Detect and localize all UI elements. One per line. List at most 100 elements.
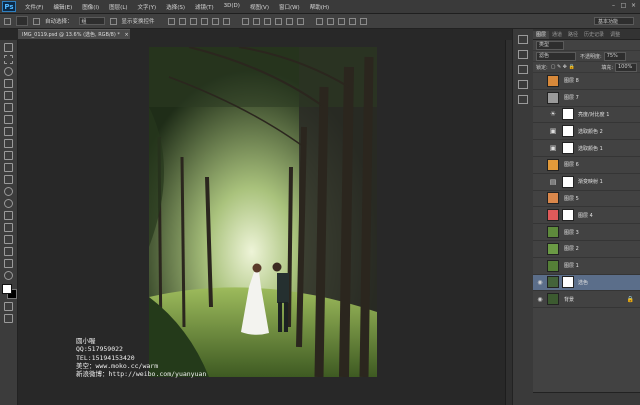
distribute-vcenter-icon[interactable] bbox=[252, 17, 260, 25]
blur-tool-icon[interactable] bbox=[4, 187, 13, 196]
clone-stamp-tool-icon[interactable] bbox=[4, 139, 13, 148]
layer-row[interactable]: ◉ 背景 🔒 bbox=[533, 291, 640, 309]
layer-mask-thumbnail[interactable] bbox=[562, 125, 574, 138]
type-tool-icon[interactable] bbox=[4, 223, 13, 232]
marquee-tool-icon[interactable] bbox=[4, 55, 13, 64]
info-panel-icon[interactable] bbox=[518, 80, 528, 89]
minimize-button[interactable]: – bbox=[609, 2, 618, 10]
3d-slide-icon[interactable] bbox=[348, 17, 356, 25]
3d-rotate-icon[interactable] bbox=[315, 17, 323, 25]
quick-mask-icon[interactable] bbox=[4, 302, 13, 311]
distribute-bottom-icon[interactable] bbox=[263, 17, 271, 25]
layer-row[interactable]: ▣ 选取颜色 1 bbox=[533, 140, 640, 157]
layer-row[interactable]: 图层 6 bbox=[533, 157, 640, 174]
layer-row[interactable]: ☀ 亮度/对比度 1 bbox=[533, 107, 640, 124]
lasso-tool-icon[interactable] bbox=[4, 67, 13, 76]
layer-visibility-icon[interactable] bbox=[536, 228, 544, 236]
layer-row[interactable]: 图层 8 bbox=[533, 73, 640, 90]
layer-mask-thumbnail[interactable] bbox=[562, 142, 574, 155]
menu-item[interactable]: 窗口(W) bbox=[274, 3, 305, 11]
document-tab[interactable]: IMG_0119.psd @ 13.6% (选色, RGB/8) * × bbox=[18, 29, 130, 39]
menu-item[interactable]: 图像(I) bbox=[77, 3, 104, 11]
menu-item[interactable]: 编辑(E) bbox=[48, 3, 77, 11]
layer-mask-thumbnail[interactable] bbox=[562, 175, 574, 188]
auto-select-dropdown[interactable]: 组 bbox=[78, 17, 105, 25]
layer-visibility-icon[interactable] bbox=[536, 94, 544, 102]
tab-history[interactable]: 历史记录 bbox=[581, 31, 607, 39]
history-panel-icon[interactable] bbox=[518, 35, 528, 44]
menu-item[interactable]: 文字(Y) bbox=[133, 3, 162, 11]
distribute-top-icon[interactable] bbox=[241, 17, 249, 25]
layer-visibility-icon[interactable] bbox=[536, 245, 544, 253]
layer-visibility-icon[interactable] bbox=[536, 194, 544, 202]
menu-item[interactable]: 文件(F) bbox=[20, 3, 48, 11]
layer-visibility-icon[interactable]: ◉ bbox=[536, 278, 544, 286]
menu-item[interactable]: 帮助(H) bbox=[305, 3, 334, 11]
wedding-photo[interactable] bbox=[149, 47, 377, 377]
gradient-tool-icon[interactable] bbox=[4, 175, 13, 184]
layer-row[interactable]: 图层 1 bbox=[533, 258, 640, 275]
align-left-icon[interactable] bbox=[200, 17, 208, 25]
layer-row[interactable]: 图层 4 bbox=[533, 207, 640, 225]
show-transform-checkbox[interactable] bbox=[109, 17, 117, 25]
screen-mode-icon[interactable] bbox=[4, 314, 13, 323]
layer-row[interactable]: 图层 3 bbox=[533, 224, 640, 241]
menu-item[interactable]: 3D(D) bbox=[219, 3, 245, 11]
layer-visibility-icon[interactable] bbox=[536, 110, 544, 118]
menu-item[interactable]: 视图(V) bbox=[245, 3, 274, 11]
lock-icons[interactable]: ▢ ✎ ✥ 🔒 bbox=[551, 64, 575, 70]
dodge-tool-icon[interactable] bbox=[4, 199, 13, 208]
layer-row[interactable]: 图层 5 bbox=[533, 191, 640, 208]
tab-layers[interactable]: 图层 bbox=[533, 31, 550, 39]
layer-row[interactable]: ▤ 渐变映射 1 bbox=[533, 174, 640, 191]
pen-tool-icon[interactable] bbox=[4, 211, 13, 220]
3d-scale-icon[interactable] bbox=[359, 17, 367, 25]
workspace-switcher[interactable]: 基本功能 bbox=[594, 17, 634, 25]
layer-visibility-icon[interactable]: ◉ bbox=[536, 295, 544, 303]
align-right-icon[interactable] bbox=[222, 17, 230, 25]
layer-row[interactable]: ▣ 选取颜色 2 bbox=[533, 123, 640, 141]
3d-roll-icon[interactable] bbox=[326, 17, 334, 25]
crop-tool-icon[interactable] bbox=[4, 91, 13, 100]
layer-visibility-icon[interactable] bbox=[536, 262, 544, 270]
distribute-right-icon[interactable] bbox=[296, 17, 304, 25]
menu-item[interactable]: 滤镜(T) bbox=[190, 3, 219, 11]
tab-channels[interactable]: 通道 bbox=[549, 31, 565, 39]
color-swatches[interactable] bbox=[1, 284, 17, 299]
align-hcenter-icon[interactable] bbox=[211, 17, 219, 25]
layer-visibility-icon[interactable] bbox=[536, 178, 544, 186]
shape-tool-icon[interactable] bbox=[4, 247, 13, 256]
move-tool-icon[interactable] bbox=[4, 17, 11, 25]
quick-select-tool-icon[interactable] bbox=[4, 79, 13, 88]
close-button[interactable]: × bbox=[629, 2, 638, 10]
maximize-button[interactable]: □ bbox=[619, 2, 628, 10]
tab-paths[interactable]: 路径 bbox=[565, 31, 581, 39]
layer-row[interactable]: 图层 2 bbox=[533, 241, 640, 258]
layer-row[interactable]: 图层 7 bbox=[533, 90, 640, 107]
menu-item[interactable]: 图层(L) bbox=[104, 3, 132, 11]
brush-tool-icon[interactable] bbox=[4, 127, 13, 136]
layer-visibility-icon[interactable] bbox=[536, 211, 544, 219]
layer-mask-thumbnail[interactable] bbox=[562, 276, 574, 289]
auto-select-checkbox[interactable] bbox=[33, 17, 40, 25]
move-tool-icon[interactable] bbox=[4, 43, 13, 52]
layer-visibility-icon[interactable] bbox=[536, 77, 544, 85]
align-top-icon[interactable] bbox=[167, 17, 175, 25]
opacity-input[interactable]: 75% bbox=[603, 51, 626, 61]
brush-panel-icon[interactable] bbox=[518, 95, 528, 104]
zoom-tool-icon[interactable] bbox=[4, 271, 13, 280]
path-select-tool-icon[interactable] bbox=[4, 235, 13, 244]
3d-pan-icon[interactable] bbox=[337, 17, 345, 25]
healing-brush-tool-icon[interactable] bbox=[4, 115, 13, 124]
align-vcenter-icon[interactable] bbox=[178, 17, 186, 25]
blend-mode-dropdown[interactable]: 滤色 bbox=[536, 51, 576, 61]
layer-mask-thumbnail[interactable] bbox=[562, 108, 574, 121]
hand-tool-icon[interactable] bbox=[4, 259, 13, 268]
align-bottom-icon[interactable] bbox=[189, 17, 197, 25]
distribute-left-icon[interactable] bbox=[274, 17, 282, 25]
layer-filter-dropdown[interactable]: 类型 bbox=[536, 40, 564, 50]
distribute-hcenter-icon[interactable] bbox=[285, 17, 293, 25]
fill-input[interactable]: 100% bbox=[615, 62, 637, 72]
layer-row[interactable]: ◉ 选色 bbox=[533, 274, 640, 292]
layer-visibility-icon[interactable] bbox=[536, 161, 544, 169]
